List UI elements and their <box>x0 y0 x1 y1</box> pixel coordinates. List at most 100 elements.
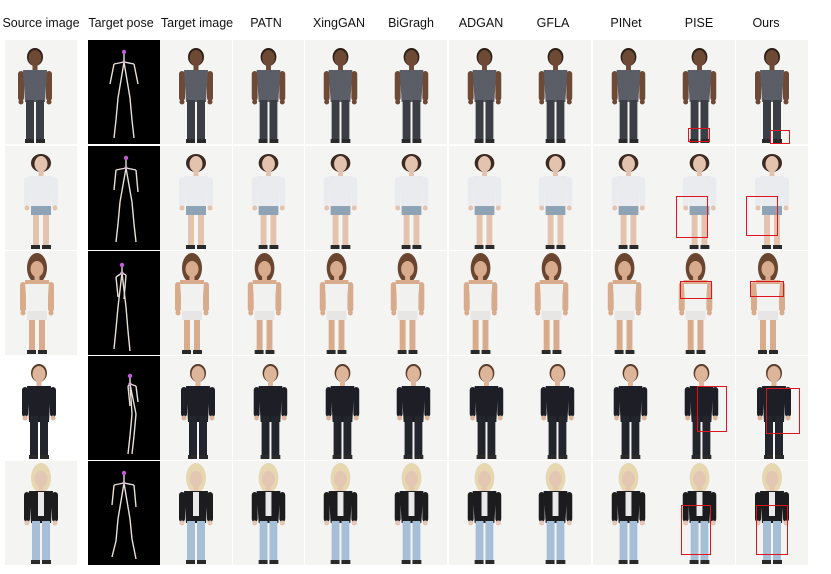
cell-tank-top-man-adgan <box>449 40 520 144</box>
cell-lace-top-woman-source-image <box>5 356 77 460</box>
cell-blazer-jeans-woman-xinggan <box>305 461 376 565</box>
person-photo <box>593 251 664 355</box>
person-photo <box>593 356 664 460</box>
header-patn: PATN <box>250 16 282 30</box>
person-photo <box>160 461 232 565</box>
cell-blazer-jeans-woman-target-image <box>160 461 232 565</box>
header-adgan: ADGAN <box>458 16 504 30</box>
cell-lace-top-woman-pise <box>664 356 735 460</box>
person-photo <box>5 461 77 565</box>
cell-lace-top-woman-target-image <box>160 356 232 460</box>
cell-white-blouse-woman-source-image <box>5 146 77 250</box>
cell-blazer-jeans-woman-adgan <box>449 461 520 565</box>
header-ours: Ours <box>752 16 780 30</box>
person-photo <box>376 356 447 460</box>
person-photo <box>305 251 376 355</box>
person-photo <box>305 461 376 565</box>
cell-blazer-jeans-woman-patn <box>233 461 304 565</box>
cell-white-blouse-woman-adgan <box>449 146 520 250</box>
image-grid <box>0 40 831 565</box>
person-photo <box>593 461 664 565</box>
person-photo <box>305 146 376 250</box>
header-target-pose: Target pose <box>88 16 154 30</box>
cell-tank-top-man-target-pose <box>88 40 160 144</box>
person-photo <box>305 40 376 144</box>
person-photo <box>449 356 520 460</box>
pose-skeleton-image <box>88 146 160 250</box>
cell-offshoulder-woman-ours <box>736 251 808 355</box>
person-photo <box>593 40 664 144</box>
cell-tank-top-man-pise <box>664 40 735 144</box>
cell-tank-top-man-bigragh <box>376 40 447 144</box>
person-photo <box>233 146 304 250</box>
person-photo <box>593 146 664 250</box>
cell-offshoulder-woman-patn <box>233 251 304 355</box>
person-photo <box>160 146 232 250</box>
person-photo <box>160 40 232 144</box>
person-photo <box>449 461 520 565</box>
cell-lace-top-woman-gfla <box>520 356 591 460</box>
header-source-image: Source image <box>2 16 80 30</box>
pose-skeleton-image <box>88 461 160 565</box>
person-photo <box>376 251 447 355</box>
person-photo <box>233 251 304 355</box>
person-photo <box>664 251 735 355</box>
cell-tank-top-man-patn <box>233 40 304 144</box>
pose-skeleton-image <box>88 251 160 355</box>
cell-white-blouse-woman-bigragh <box>376 146 447 250</box>
person-photo <box>520 40 591 144</box>
cell-white-blouse-woman-gfla <box>520 146 591 250</box>
person-photo <box>5 40 77 144</box>
cell-offshoulder-woman-adgan <box>449 251 520 355</box>
cell-blazer-jeans-woman-pinet <box>593 461 664 565</box>
person-photo <box>376 461 447 565</box>
cell-white-blouse-woman-ours <box>736 146 808 250</box>
person-photo <box>5 146 77 250</box>
cell-white-blouse-woman-pise <box>664 146 735 250</box>
highlight-box <box>680 281 712 299</box>
person-photo <box>5 356 77 460</box>
cell-offshoulder-woman-bigragh <box>376 251 447 355</box>
cell-blazer-jeans-woman-ours <box>736 461 808 565</box>
person-photo <box>160 356 232 460</box>
pose-skeleton-image <box>88 40 160 144</box>
header-gfla: GFLA <box>536 16 570 30</box>
person-photo <box>305 356 376 460</box>
person-photo <box>233 40 304 144</box>
cell-white-blouse-woman-pinet <box>593 146 664 250</box>
cell-tank-top-man-xinggan <box>305 40 376 144</box>
highlight-box <box>750 281 784 297</box>
cell-lace-top-woman-adgan <box>449 356 520 460</box>
cell-offshoulder-woman-xinggan <box>305 251 376 355</box>
person-photo <box>520 461 591 565</box>
person-photo <box>520 251 591 355</box>
header-pinet: PINet <box>610 16 642 30</box>
header-xinggan: XingGAN <box>312 16 366 30</box>
cell-tank-top-man-pinet <box>593 40 664 144</box>
person-photo <box>376 146 447 250</box>
cell-offshoulder-woman-gfla <box>520 251 591 355</box>
cell-lace-top-woman-xinggan <box>305 356 376 460</box>
person-photo <box>233 461 304 565</box>
person-photo <box>5 251 77 355</box>
cell-tank-top-man-ours <box>736 40 808 144</box>
cell-blazer-jeans-woman-gfla <box>520 461 591 565</box>
header-target-image: Target image <box>160 16 234 30</box>
highlight-box <box>766 388 800 434</box>
person-photo <box>449 146 520 250</box>
cell-white-blouse-woman-target-image <box>160 146 232 250</box>
highlight-box <box>746 196 778 236</box>
cell-blazer-jeans-woman-pise <box>664 461 735 565</box>
cell-blazer-jeans-woman-source-image <box>5 461 77 565</box>
cell-offshoulder-woman-source-image <box>5 251 77 355</box>
cell-offshoulder-woman-pinet <box>593 251 664 355</box>
cell-blazer-jeans-woman-bigragh <box>376 461 447 565</box>
cell-lace-top-woman-ours <box>736 356 808 460</box>
cell-lace-top-woman-bigragh <box>376 356 447 460</box>
person-photo <box>520 356 591 460</box>
highlight-box <box>756 505 788 555</box>
highlight-box <box>688 128 710 142</box>
person-photo <box>449 40 520 144</box>
header-bigragh: BiGragh <box>388 16 434 30</box>
cell-blazer-jeans-woman-target-pose <box>88 461 160 565</box>
